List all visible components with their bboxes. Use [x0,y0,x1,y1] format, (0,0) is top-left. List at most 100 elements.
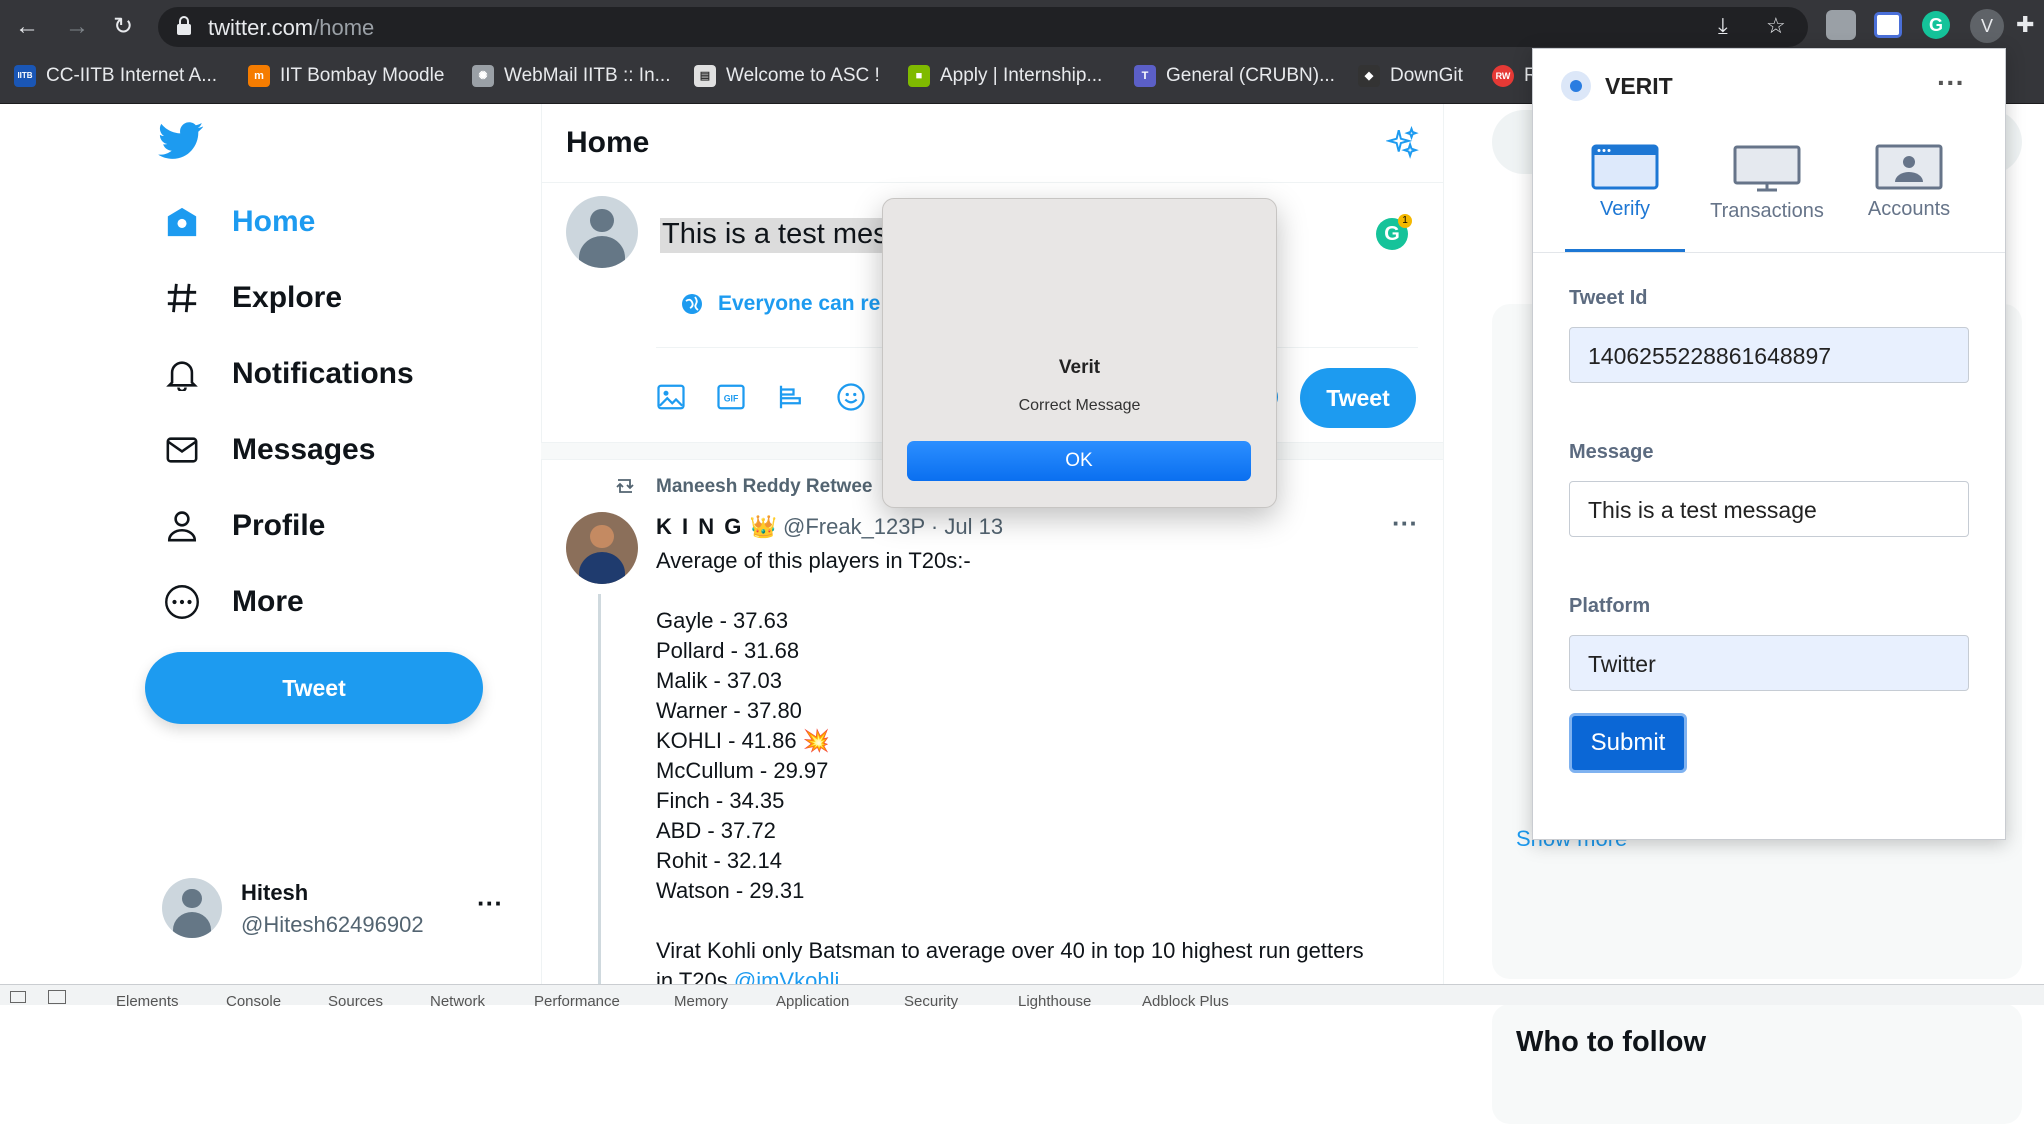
person-icon [167,511,197,542]
gif-icon[interactable]: GIF [716,382,746,412]
bookmark-label: Apply | Internship... [940,65,1103,87]
tweet-stat-line: ABD - 37.72 [656,818,776,843]
bookmark-label: CC-IITB Internet A... [46,65,218,87]
sidebar-item-messages[interactable]: Messages [160,422,375,478]
globe-icon [682,294,702,314]
bookmark-label: WebMail IITB :: In... [504,65,671,87]
account-card-icon [1875,144,1943,190]
compose-tweet-button[interactable]: Tweet [1300,368,1416,428]
column-divider [1443,104,1444,984]
emoji-icon[interactable] [836,382,866,412]
url-host: twitter.com [208,15,314,40]
star-icon[interactable]: ☆ [1766,13,1786,39]
devtools-tab[interactable]: Security [904,993,958,1010]
reload-icon[interactable]: ↻ [106,10,140,44]
bookmark-item[interactable]: ▤ Welcome to ASC ! [694,65,880,87]
image-icon[interactable] [656,382,686,412]
bookmark-item[interactable]: IITB CC-IITB Internet A... [14,65,217,87]
devtools-tab[interactable]: Elements [116,993,179,1010]
extension-hat-icon[interactable] [1826,10,1856,40]
tweet-stat-line: Warner - 37.80 [656,698,802,723]
message-input[interactable]: This is a test message [1569,481,1969,537]
more-dots-icon[interactable]: ··· [477,888,503,919]
tweet-author-handle[interactable]: @Freak_123P [783,514,925,539]
tweet-text: Virat Kohli only Batsman to average over… [656,938,1364,963]
devtools-tab[interactable]: Memory [674,993,728,1010]
account-switcher[interactable]: Hitesh @Hitesh62496902 ··· [145,874,525,954]
tweet-author-name[interactable]: K I N G [656,514,743,539]
more-circle-icon [165,585,199,619]
devtools-tab[interactable]: Application [776,993,849,1010]
install-icon[interactable]: ⤓ [1718,13,1728,39]
bookmark-item[interactable]: ✺ WebMail IITB :: In... [472,65,670,87]
puzzle-icon[interactable]: ✚ [2016,12,2034,38]
bookmark-item[interactable]: RW R [1492,65,1538,87]
sidebar-item-label: Explore [232,281,343,314]
address-bar[interactable]: twitter.com/home ⤓ ☆ [158,7,1808,47]
poll-icon[interactable] [776,382,806,412]
sidebar-item-notifications[interactable]: Notifications [160,346,414,402]
avatar[interactable] [566,512,638,584]
crown-icon: 👑 [749,514,777,539]
tweet-date[interactable]: · Jul 13 [931,514,1003,539]
divider [1533,252,2005,253]
tab-verify[interactable]: Verify [1565,144,1685,221]
dialog-ok-button[interactable]: OK [907,441,1251,481]
twitter-bird-icon[interactable] [158,122,204,160]
tweet-stat-line: Malik - 37.03 [656,668,782,693]
tweet-stat-list: Gayle - 37.63 Pollard - 31.68 Malik - 37… [656,606,830,906]
tweet-stat-line: McCullum - 29.97 [656,758,829,783]
devtools-tabbar: Elements Console Sources Network Perform… [0,984,2044,1010]
extension-screen-icon[interactable] [1874,12,1902,38]
bookmark-favicon-icon: m [248,65,270,87]
popup-menu-icon[interactable]: ··· [1937,67,1965,99]
url-text: twitter.com/home [208,15,374,41]
account-name: Hitesh [241,880,309,905]
devtools-tab[interactable]: Adblock Plus [1142,993,1229,1010]
grammarly-icon[interactable]: G [1922,11,1950,39]
sidebar-item-more[interactable]: More [160,574,304,630]
verit-extension-icon[interactable]: V [1970,9,2004,43]
bookmark-item[interactable]: T General (CRUBN)... [1134,65,1335,87]
reply-setting[interactable]: Everyone can re [680,292,880,316]
bookmark-item[interactable]: ■ Apply | Internship... [908,65,1102,87]
bookmark-favicon-icon: ▤ [694,65,716,87]
bookmark-item[interactable]: m IIT Bombay Moodle [248,65,444,87]
bookmark-favicon-icon: T [1134,65,1156,87]
dialog-message: Correct Message [1018,397,1141,414]
sidebar-tweet-button[interactable]: Tweet [145,652,483,724]
bookmark-favicon-icon: ✺ [472,65,494,87]
tweet-stat-line: KOHLI - 41.86 💥 [656,728,831,753]
sidebar-item-profile[interactable]: Profile [160,498,325,554]
forward-arrow-icon[interactable]: → [60,10,94,44]
page-title: Home [566,126,650,159]
sidebar-item-explore[interactable]: Explore [160,270,342,326]
inspect-icon[interactable] [10,991,26,1003]
devtools-tab[interactable]: Lighthouse [1018,993,1091,1010]
sparkle-icon[interactable] [1386,126,1420,160]
mail-icon [166,437,198,463]
tab-accounts[interactable]: Accounts [1849,144,1969,221]
compose-text-input[interactable]: This is a test mes [660,218,888,253]
popup-title: VERIT [1605,73,1673,99]
device-toggle-icon[interactable] [48,990,66,1004]
sidebar-item-home[interactable]: Home [160,194,315,250]
retweeted-by-label[interactable]: Maneesh Reddy Retwee [656,476,872,498]
submit-button[interactable]: Submit [1569,713,1687,773]
bookmark-item[interactable]: ◆ DownGit [1358,65,1463,87]
devtools-tab[interactable]: Console [226,993,281,1010]
devtools-tab[interactable]: Network [430,993,485,1010]
devtools-tab[interactable]: Performance [534,993,620,1010]
platform-input[interactable]: Twitter [1569,635,1969,691]
bell-icon [166,361,198,391]
tab-transactions[interactable]: Transactions [1707,144,1827,223]
tweet-more-icon[interactable]: ··· [1392,508,1418,539]
message-label: Message [1569,441,1654,463]
tweet-id-input[interactable]: 1406255228861648897 [1569,327,1969,383]
back-arrow-icon[interactable]: ← [10,10,44,44]
browser-toolbar: ← → ↻ twitter.com/home ⤓ ☆ G V ✚ [0,0,2044,53]
devtools-tab[interactable]: Sources [328,993,383,1010]
verit-extension-popup: VERIT ··· Verify Transactions Accounts T… [1532,48,2006,840]
bookmark-label: IIT Bombay Moodle [280,65,445,87]
browser-window-icon [1591,144,1659,190]
